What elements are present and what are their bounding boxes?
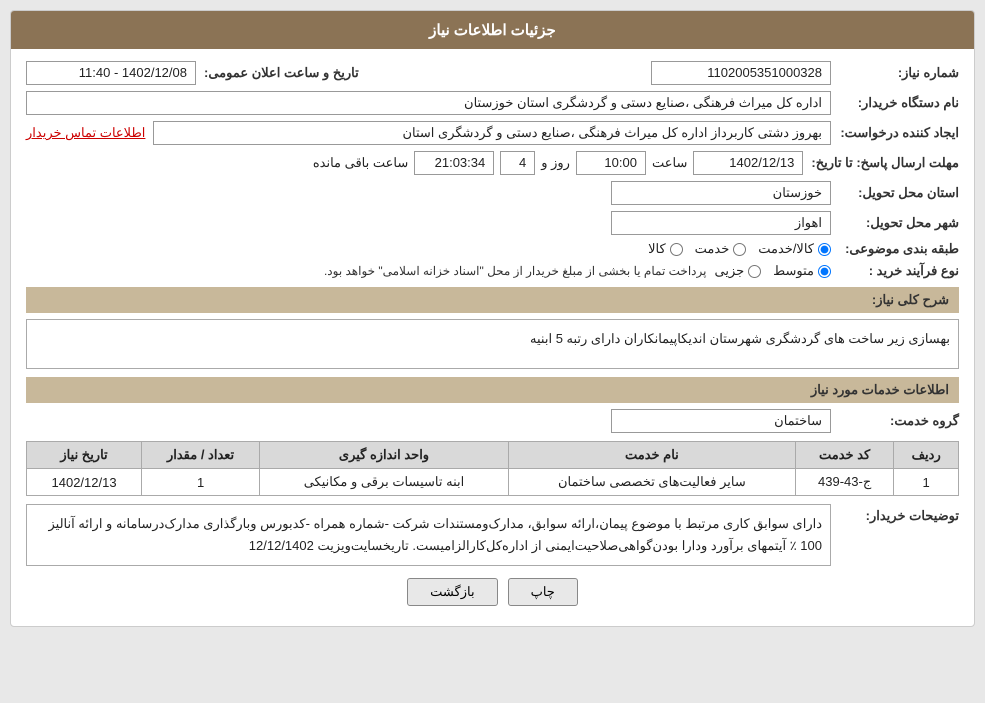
ettelaat-tamas-link[interactable]: اطلاعات تماس خریدار: [26, 125, 145, 141]
tarikh-elam-value: 1402/12/08 - 11:40: [26, 61, 196, 85]
col-tedad: تعداد / مقدار: [142, 442, 260, 469]
saat-value: 10:00: [576, 151, 646, 175]
toshihat-label: توضیحات خریدار:: [839, 504, 959, 524]
gorohe-value: ساختمان: [611, 409, 831, 433]
col-kod: کد خدمت: [795, 442, 893, 469]
col-radif: ردیف: [894, 442, 959, 469]
gorohe-label: گروه خدمت:: [839, 413, 959, 429]
nam-dastgah-value: اداره کل میراث فرهنگی ،صنایع دستی و گردش…: [26, 91, 831, 115]
novoe-radio-group: متوسط جزیی: [714, 263, 831, 279]
saat-label: ساعت: [652, 155, 687, 171]
ostan-value: خوزستان: [611, 181, 831, 205]
tarikh-elam-label: تاریخ و ساعت اعلان عمومی:: [204, 65, 359, 81]
sharh-value: بهسازی زیر ساخت های گردشگری شهرستان اندی…: [26, 319, 959, 369]
services-table-section: ردیف کد خدمت نام خدمت واحد اندازه گیری ت…: [26, 441, 959, 496]
col-vahed: واحد اندازه گیری: [260, 442, 509, 469]
novoe-notice: پرداخت تمام یا بخشی از مبلغ خریدار از مح…: [324, 264, 707, 278]
page-title: جزئیات اطلاعات نیاز: [429, 22, 556, 39]
novoe-label: نوع فرآیند خرید :: [839, 263, 959, 279]
tabaqe-option-khadamat[interactable]: خدمت: [695, 241, 747, 257]
cell-tarikh: 1402/12/13: [27, 469, 142, 496]
page-header: جزئیات اطلاعات نیاز: [11, 11, 974, 49]
roz-value: 4: [500, 151, 535, 175]
button-row: چاپ بازگشت: [26, 578, 959, 606]
baghimanda-value: 21:03:34: [414, 151, 494, 175]
cell-vahed: ابنه تاسیسات برقی و مکانیکی: [260, 469, 509, 496]
tabaqe-radio-group: کالا/خدمت خدمت کالا: [648, 241, 831, 257]
shahr-label: شهر محل تحویل:: [839, 215, 959, 231]
bazgasht-button[interactable]: بازگشت: [407, 578, 497, 606]
tabaqe-label: طبقه بندی موضوعی:: [839, 241, 959, 257]
cell-kod: ج-43-439: [795, 469, 893, 496]
nam-dastgah-label: نام دستگاه خریدار:: [839, 95, 959, 111]
tabaqe-option-kala-khadamat[interactable]: کالا/خدمت: [758, 241, 831, 257]
chap-button[interactable]: چاپ: [508, 578, 578, 606]
col-tarikh: تاریخ نیاز: [27, 442, 142, 469]
ijad-konande-value: بهروز دشتی کاربرداز اداره کل میراث فرهنگ…: [153, 121, 831, 145]
shomara-niaz-value: 1102005351000328: [651, 61, 831, 85]
services-table: ردیف کد خدمت نام خدمت واحد اندازه گیری ت…: [26, 441, 959, 496]
toshihat-value: دارای سوابق کاری مرتبط با موضوع پیمان،ار…: [26, 504, 831, 566]
roz-label: روز و: [541, 155, 570, 171]
novoe-option-motavaset[interactable]: متوسط: [773, 263, 831, 279]
shahr-value: اهواز: [611, 211, 831, 235]
ostan-label: استان محل تحویل:: [839, 185, 959, 201]
shomara-niaz-label: شماره نیاز:: [839, 65, 959, 81]
cell-radif: 1: [894, 469, 959, 496]
col-nam: نام خدمت: [508, 442, 795, 469]
khadamat-section-header: اطلاعات خدمات مورد نیاز: [26, 377, 959, 403]
cell-tedad: 1: [142, 469, 260, 496]
cell-nam: سایر فعالیت‌های تخصصی ساختمان: [508, 469, 795, 496]
ijad-konande-label: ایجاد کننده درخواست:: [839, 125, 959, 141]
baghimanda-label: ساعت باقی مانده: [313, 155, 408, 171]
novoe-option-jozi[interactable]: جزیی: [714, 263, 761, 279]
tarikh-value: 1402/12/13: [693, 151, 803, 175]
mohlat-label: مهلت ارسال پاسخ: تا تاریخ:: [811, 155, 959, 171]
table-row: 1 ج-43-439 سایر فعالیت‌های تخصصی ساختمان…: [27, 469, 959, 496]
tabaqe-option-kala[interactable]: کالا: [648, 241, 683, 257]
sharh-section-header: شرح کلی نیاز:: [26, 287, 959, 313]
